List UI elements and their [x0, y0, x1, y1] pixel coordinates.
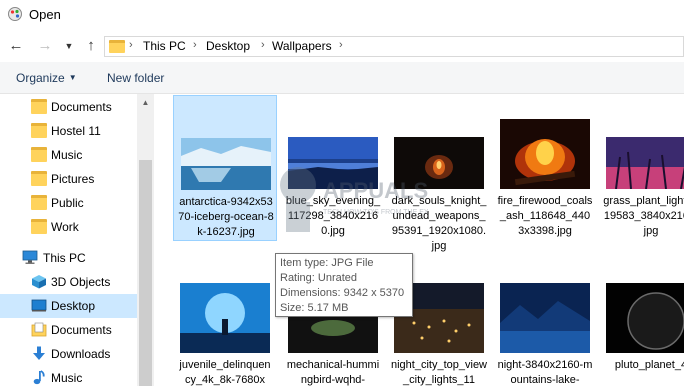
nav-item-label: Public [51, 196, 84, 210]
tooltip-size: Size: 5.17 MB [280, 302, 349, 314]
nav-item-downloads[interactable]: Downloads [0, 342, 137, 366]
nav-item-label: Desktop [51, 299, 96, 313]
nav-item-desktop[interactable]: Desktop [0, 294, 137, 318]
desktop-icon [31, 299, 47, 312]
nav-item-label: Documents [51, 323, 112, 337]
nav-item-documents[interactable]: Documents [0, 95, 137, 119]
nav-item-3d-objects[interactable]: 3D Objects [0, 270, 137, 294]
breadcrumb-chevron-icon[interactable]: › [261, 39, 265, 51]
address-bar[interactable]: › This PC › Desktop › Wallpapers › [104, 36, 684, 57]
svg-text:APPUALS: APPUALS [323, 178, 428, 203]
file-name: fire_firewood_coals_ash_118648_4403x3398… [497, 195, 593, 237]
file-tile[interactable]: grass_plant_light_119583_3840x2160.jpg [599, 95, 684, 241]
nav-item-pictures[interactable]: Pictures [0, 167, 137, 191]
file-info-tooltip: Item type: JPG File Rating: Unrated Dime… [275, 253, 413, 317]
svg-text:TECH HOW-TO'S FROM THE EXPERTS: TECH HOW-TO'S FROM THE EXPERTS! [323, 209, 428, 216]
documents-icon [31, 322, 47, 337]
file-name: pluto_planet_4 [614, 359, 684, 371]
new-folder-button[interactable]: New folder [107, 71, 164, 85]
downloads-icon [33, 346, 45, 360]
thumbnail-image [181, 138, 271, 190]
file-name: juvenile_delinquency_4k_8k-7680x [179, 359, 271, 386]
recent-locations-chevron-icon[interactable]: ▼ [58, 35, 80, 57]
thumbnail-image [606, 137, 684, 189]
file-name: grass_plant_light_119583_3840x2160.jpg [603, 195, 684, 237]
scroll-up-arrow-icon[interactable]: ▲ [137, 94, 154, 111]
window-title: Open [29, 7, 61, 22]
folder-icon [31, 99, 47, 114]
nav-item-label: Music [51, 148, 83, 162]
3d-objects-icon [32, 275, 46, 289]
title-bar: Open [0, 0, 684, 30]
nav-item-this-pc[interactable]: This PC [0, 246, 137, 270]
organize-label: Organize [16, 71, 65, 85]
file-name: night_city_top_view_city_lights_11 [391, 359, 488, 386]
breadcrumb-chevron-icon[interactable]: › [339, 39, 343, 51]
file-name: night-3840x2160-mountains-lake- [497, 359, 593, 386]
navigation-pane: Documents Hostel 11 Music Pictures Publi… [0, 94, 154, 386]
folder-icon [31, 195, 47, 210]
nav-item-music-folder[interactable]: Music [0, 143, 137, 167]
tooltip-dimensions: Dimensions: 9342 x 5370 [280, 287, 405, 299]
breadcrumb-chevron-icon[interactable]: › [129, 39, 133, 51]
navigation-bar: ← → ▼ ↑ › This PC › Desktop › Wallpapers… [0, 32, 684, 62]
nav-item-label: Downloads [51, 347, 111, 361]
thumbnail-image [180, 283, 270, 353]
forward-arrow-icon[interactable]: → [34, 35, 56, 57]
folder-icon [31, 147, 47, 162]
scroll-thumb[interactable] [139, 160, 152, 386]
folder-icon [109, 40, 125, 53]
file-name: mechanical-hummingbird-wqhd- [286, 359, 380, 386]
folder-icon [31, 171, 47, 186]
nav-item-label: Work [51, 220, 79, 234]
file-tile[interactable]: fire_firewood_coals_ash_118648_4403x3398… [493, 95, 597, 241]
breadcrumb-desktop[interactable]: Desktop [206, 39, 250, 53]
nav-item-label: 3D Objects [51, 275, 111, 289]
nav-item-public[interactable]: Public [0, 191, 137, 215]
command-bar: Organize ▼ New folder [0, 62, 684, 94]
nav-item-work[interactable]: Work [0, 215, 137, 239]
folder-icon [31, 219, 47, 234]
file-tile[interactable]: pluto_planet_4 [599, 259, 684, 386]
open-dialog-icon [8, 7, 22, 21]
computer-icon [22, 250, 38, 264]
nav-item-label: Documents [51, 100, 112, 114]
folder-icon [31, 123, 47, 138]
chevron-down-icon: ▼ [68, 73, 77, 82]
breadcrumb-wallpapers[interactable]: Wallpapers [272, 39, 332, 53]
nav-item-label: Music [51, 371, 83, 385]
tooltip-rating: Rating: Unrated [280, 272, 358, 284]
file-tile[interactable]: night-3840x2160-mountains-lake- [493, 259, 597, 386]
nav-item-label: Pictures [51, 172, 95, 186]
tooltip-item-type: Item type: JPG File [280, 257, 374, 269]
file-tile[interactable]: antarctica-9342x5370-iceberg-ocean-8k-16… [173, 95, 277, 241]
back-arrow-icon[interactable]: ← [5, 35, 27, 57]
music-icon [33, 370, 45, 385]
nav-item-documents-library[interactable]: Documents [0, 318, 137, 342]
nav-item-hostel-11[interactable]: Hostel 11 [0, 119, 137, 143]
file-name: antarctica-9342x5370-iceberg-ocean-8k-16… [178, 196, 274, 238]
thumbnail-image [500, 119, 590, 189]
nav-item-label: Hostel 11 [51, 124, 101, 138]
thumbnail-image [606, 283, 684, 353]
breadcrumb-this-pc[interactable]: This PC [143, 39, 186, 53]
up-arrow-icon[interactable]: ↑ [80, 35, 102, 57]
appuals-watermark: APPUALS TECH HOW-TO'S FROM THE EXPERTS! [268, 150, 454, 245]
file-tile[interactable]: juvenile_delinquency_4k_8k-7680x [173, 259, 277, 386]
organize-button[interactable]: Organize ▼ [16, 71, 77, 85]
nav-item-label: This PC [43, 251, 86, 265]
navigation-pane-scrollbar[interactable]: ▲ [137, 94, 154, 386]
nav-item-music-library[interactable]: Music [0, 366, 137, 390]
breadcrumb-chevron-icon[interactable]: › [193, 39, 197, 51]
thumbnail-image [500, 283, 590, 353]
appuals-logo-icon: APPUALS TECH HOW-TO'S FROM THE EXPERTS! [280, 167, 454, 232]
